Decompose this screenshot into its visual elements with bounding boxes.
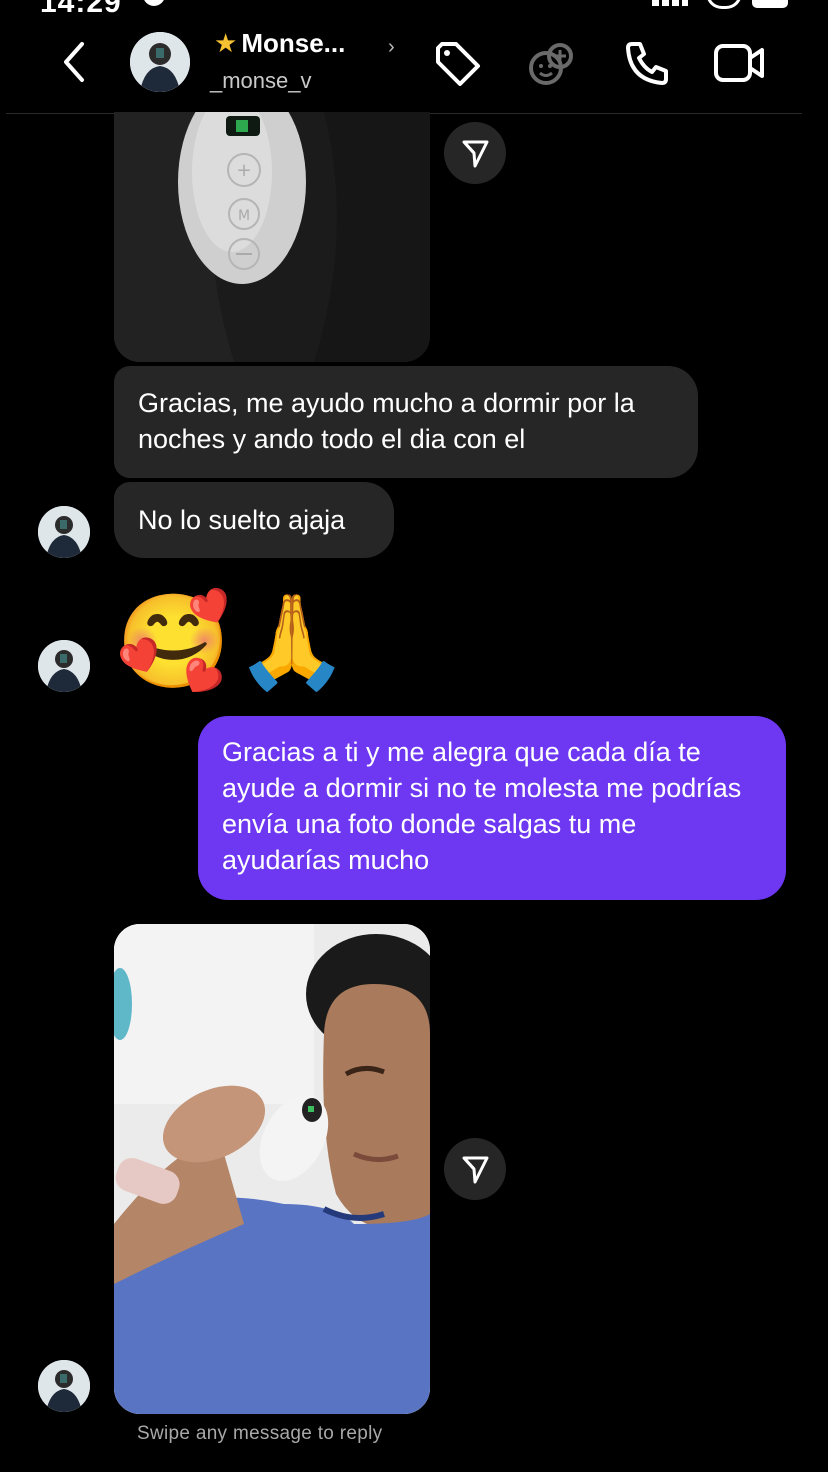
contact-name-text: Monse... bbox=[241, 28, 346, 58]
emoji-message[interactable]: 🥰🙏 bbox=[116, 592, 353, 692]
phone-icon[interactable] bbox=[622, 38, 672, 88]
chevron-right-icon: › bbox=[388, 36, 395, 58]
header-avatar[interactable] bbox=[130, 32, 190, 92]
sender-avatar[interactable] bbox=[38, 506, 90, 558]
cellular-signal-icon bbox=[652, 0, 688, 6]
status-indicator-icon bbox=[143, 0, 165, 6]
received-message-bubble[interactable]: Gracias, me ayudo mucho a dormir por la … bbox=[114, 366, 698, 478]
message-text: Gracias a ti y me alegra que cada día te… bbox=[222, 737, 742, 875]
message-text: Gracias, me ayudo mucho a dormir por la … bbox=[138, 388, 635, 454]
svg-text:M: M bbox=[238, 208, 250, 224]
received-message-bubble[interactable]: No lo suelto ajaja bbox=[114, 482, 394, 558]
contact-username: _monse_v bbox=[210, 68, 312, 93]
share-message-button[interactable] bbox=[444, 122, 506, 184]
share-message-button[interactable] bbox=[444, 1138, 506, 1200]
sender-avatar[interactable] bbox=[38, 640, 90, 692]
message-image-device[interactable]: + M bbox=[114, 112, 430, 362]
back-arrow-icon[interactable] bbox=[56, 40, 96, 84]
message-text: No lo suelto ajaja bbox=[138, 505, 346, 535]
contact-display-name[interactable]: ★ Monse... bbox=[214, 28, 345, 59]
battery-icon bbox=[752, 0, 788, 8]
sent-message-bubble[interactable]: Gracias a ti y me alegra que cada día te… bbox=[198, 716, 786, 900]
star-icon: ★ bbox=[214, 28, 238, 58]
status-time: 14:29 bbox=[40, 0, 122, 19]
message-image-selfie[interactable] bbox=[114, 924, 430, 1414]
tag-icon[interactable] bbox=[432, 38, 484, 88]
sender-avatar[interactable] bbox=[38, 1360, 90, 1412]
effects-icon[interactable] bbox=[524, 38, 580, 88]
wifi-icon bbox=[706, 0, 742, 9]
svg-text:+: + bbox=[236, 160, 251, 181]
swipe-reply-hint: Swipe any message to reply bbox=[137, 1423, 383, 1444]
video-call-icon[interactable] bbox=[712, 38, 768, 88]
